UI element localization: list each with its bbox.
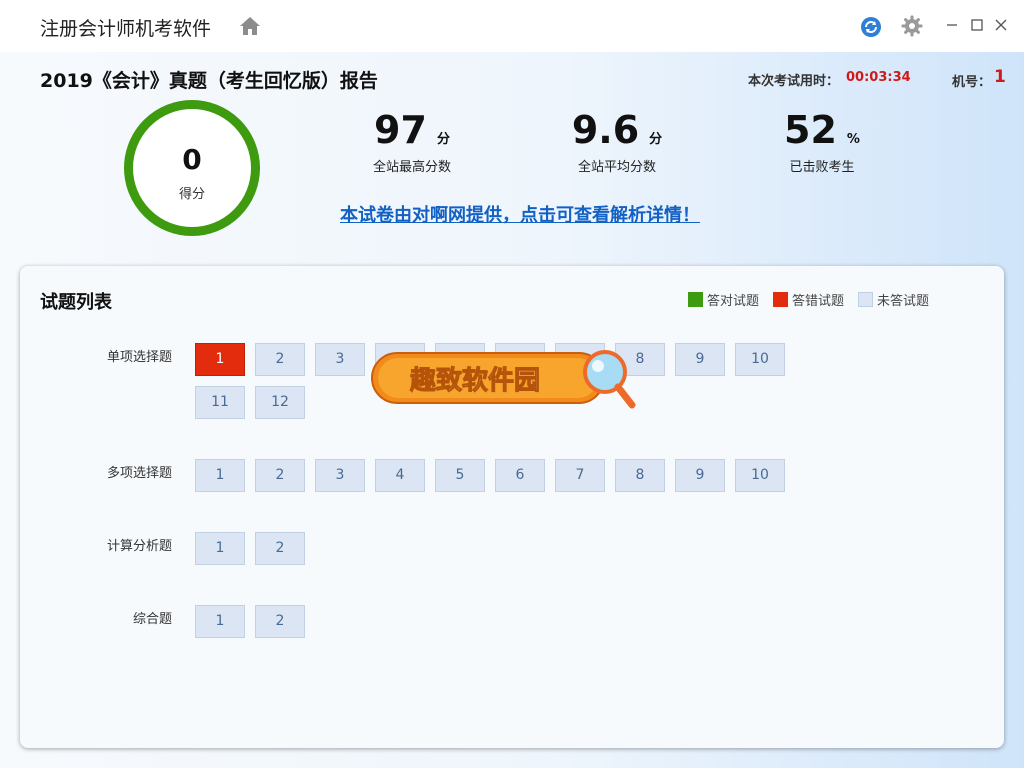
stat-unit: 分 bbox=[649, 132, 663, 147]
legend-correct: 答对试题 bbox=[688, 290, 759, 309]
section-label-multiple-choice: 多项选择题 bbox=[106, 466, 172, 481]
legend-unanswered: 未答试题 bbox=[858, 290, 929, 309]
analysis-detail-link[interactable]: 本试卷由对啊网提供，点击可查看解析详情！ bbox=[340, 201, 700, 227]
close-icon[interactable] bbox=[993, 17, 1009, 33]
section-label-calculation: 计算分析题 bbox=[106, 539, 172, 554]
question-button-single-choice-12[interactable]: 12 bbox=[255, 386, 305, 419]
exam-time-value: 00:03:34 bbox=[846, 70, 911, 85]
question-button-comprehensive-2[interactable]: 2 bbox=[255, 605, 305, 638]
question-button-multiple-choice-7[interactable]: 7 bbox=[555, 459, 605, 492]
stat-label: 全站平均分数 bbox=[577, 160, 656, 175]
question-button-single-choice-1[interactable]: 1 bbox=[195, 343, 245, 376]
stat-unit: 分 bbox=[436, 132, 450, 147]
watermark-text: 趣致软件园 bbox=[409, 365, 540, 396]
question-button-multiple-choice-10[interactable]: 10 bbox=[735, 459, 785, 492]
question-button-single-choice-10[interactable]: 10 bbox=[735, 343, 785, 376]
question-button-multiple-choice-8[interactable]: 8 bbox=[615, 459, 665, 492]
machine-number-value: 1 bbox=[994, 67, 1006, 87]
question-list-panel: 试题列表 答对试题 答错试题 未答试题 单项选择题 多项选择题 计算分析题 综合… bbox=[20, 266, 1004, 748]
stat-highest-score: 97 分 全站最高分数 bbox=[312, 108, 512, 175]
legend-label: 答错试题 bbox=[792, 294, 845, 309]
app-title: 注册会计师机考软件 bbox=[40, 18, 212, 40]
home-icon[interactable] bbox=[238, 15, 262, 37]
question-button-single-choice-11[interactable]: 11 bbox=[195, 386, 245, 419]
legend-label: 未答试题 bbox=[877, 294, 930, 309]
question-button-single-choice-3[interactable]: 3 bbox=[315, 343, 365, 376]
question-button-multiple-choice-3[interactable]: 3 bbox=[315, 459, 365, 492]
stat-value: 52 bbox=[784, 108, 837, 152]
question-button-multiple-choice-1[interactable]: 1 bbox=[195, 459, 245, 492]
stat-beaten-percent: 52% 已击败考生 bbox=[722, 108, 922, 175]
question-button-comprehensive-1[interactable]: 1 bbox=[195, 605, 245, 638]
machine-number-label: 机号： bbox=[952, 75, 992, 90]
report-title: 2019《会计》真题（考生回忆版）报告 bbox=[40, 70, 378, 92]
legend-label: 答对试题 bbox=[707, 294, 760, 309]
stat-label: 全站最高分数 bbox=[372, 160, 451, 175]
title-bar: 注册会计师机考软件 bbox=[0, 0, 1024, 52]
stat-unit: % bbox=[846, 132, 860, 147]
question-button-multiple-choice-5[interactable]: 5 bbox=[435, 459, 485, 492]
legend-swatch-unanswered bbox=[858, 292, 873, 307]
legend-swatch-wrong bbox=[773, 292, 788, 307]
panel-title: 试题列表 bbox=[40, 292, 112, 313]
question-button-calculation-2[interactable]: 2 bbox=[255, 532, 305, 565]
gear-icon[interactable] bbox=[901, 15, 923, 37]
stat-average-score: 9.6 分 全站平均分数 bbox=[517, 108, 717, 175]
section-label-comprehensive: 综合题 bbox=[132, 612, 172, 627]
stat-value: 97 bbox=[374, 108, 427, 152]
stat-value: 9.6 bbox=[571, 108, 640, 152]
minimize-icon[interactable] bbox=[944, 17, 960, 33]
score-label: 得分 bbox=[178, 187, 205, 202]
maximize-icon[interactable] bbox=[969, 17, 985, 33]
score-value: 0 bbox=[182, 143, 202, 176]
question-button-calculation-1[interactable]: 1 bbox=[195, 532, 245, 565]
refresh-icon[interactable] bbox=[860, 16, 882, 38]
question-button-multiple-choice-2[interactable]: 2 bbox=[255, 459, 305, 492]
question-button-multiple-choice-6[interactable]: 6 bbox=[495, 459, 545, 492]
question-button-multiple-choice-9[interactable]: 9 bbox=[675, 459, 725, 492]
exam-time-label: 本次考试用时： bbox=[748, 74, 840, 89]
legend-wrong: 答错试题 bbox=[773, 290, 844, 309]
section-label-single-choice: 单项选择题 bbox=[106, 350, 172, 365]
legend-swatch-correct bbox=[688, 292, 703, 307]
watermark-logo: 趣致软件园 bbox=[371, 350, 636, 409]
score-ring: 0 得分 bbox=[124, 100, 260, 236]
question-button-single-choice-2[interactable]: 2 bbox=[255, 343, 305, 376]
stat-label: 已击败考生 bbox=[789, 160, 855, 175]
question-button-single-choice-9[interactable]: 9 bbox=[675, 343, 725, 376]
question-button-multiple-choice-4[interactable]: 4 bbox=[375, 459, 425, 492]
